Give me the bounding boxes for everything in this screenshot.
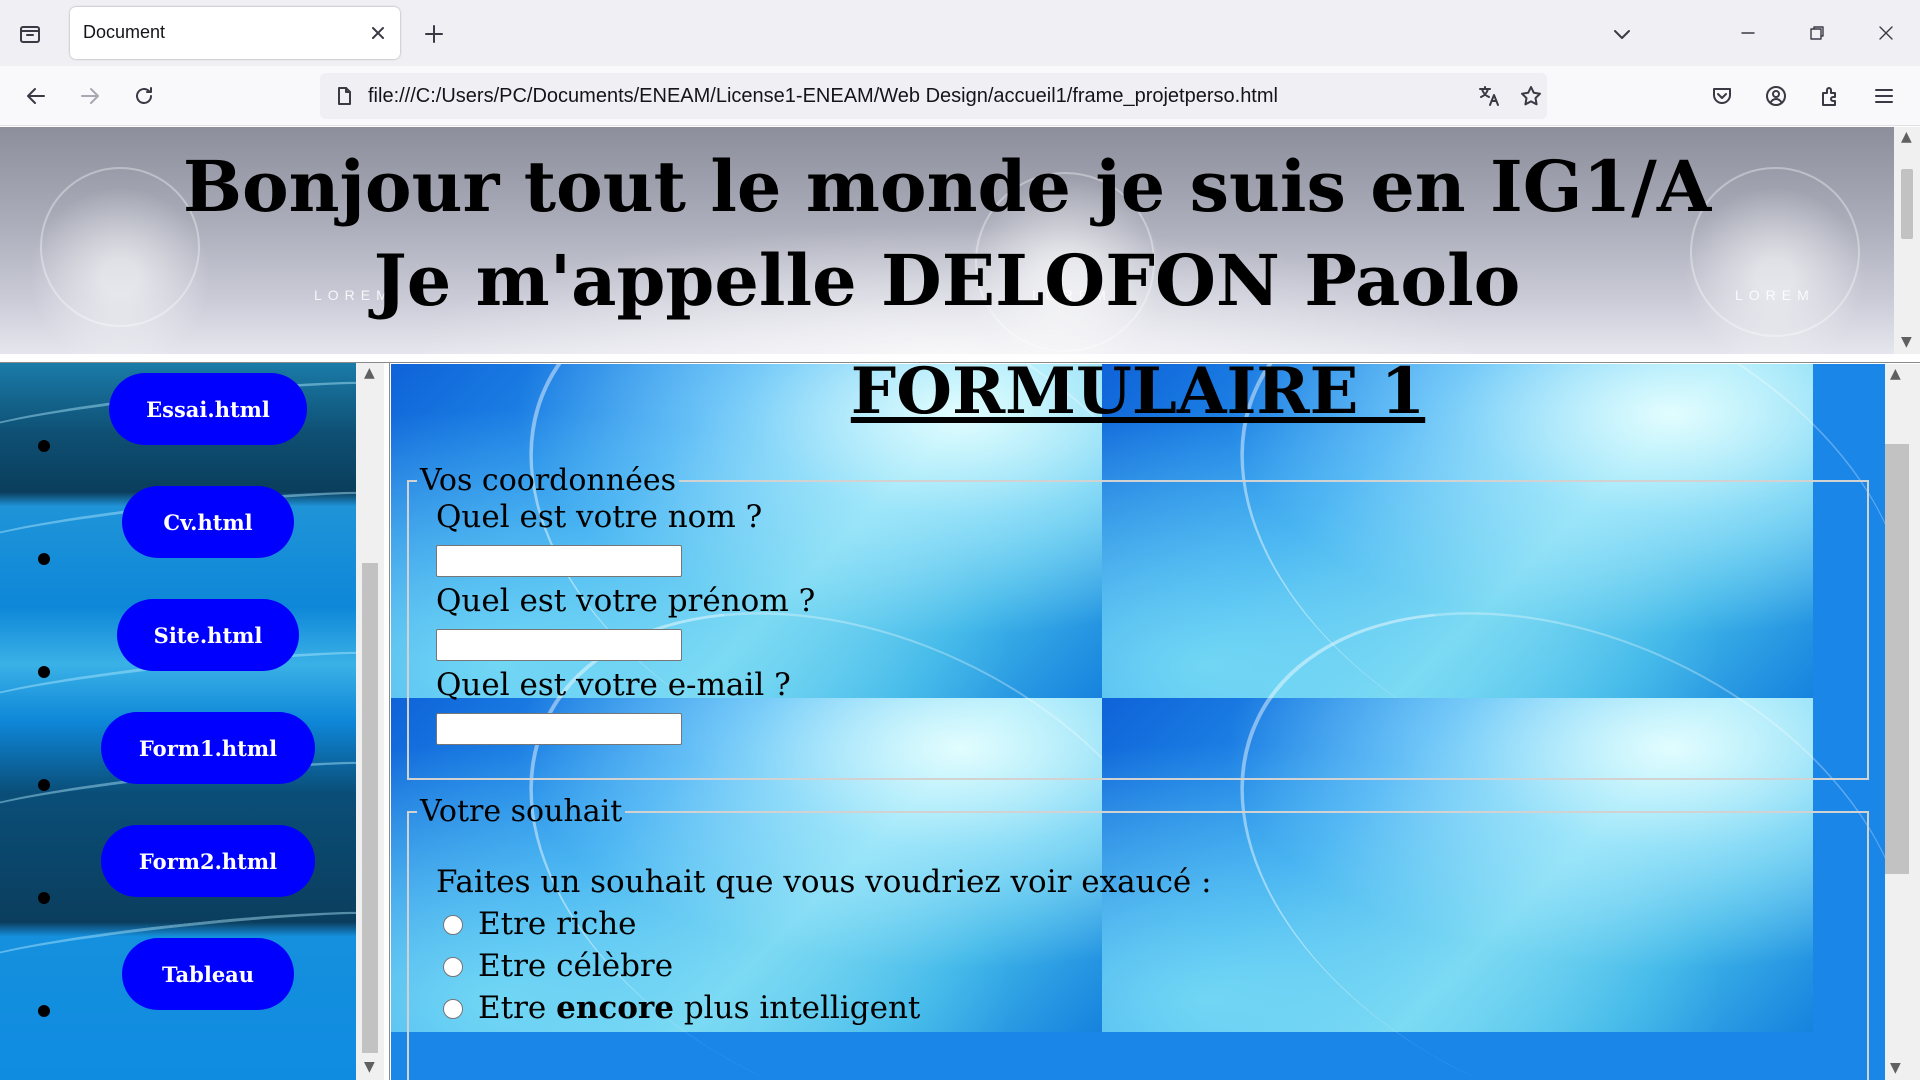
tab-bar: Document (0, 0, 1920, 66)
name-input[interactable] (436, 545, 682, 577)
scroll-up-icon[interactable]: ▲ (1890, 366, 1901, 382)
nav-scrollbar[interactable]: ▲ ▼ (356, 363, 384, 1080)
scroll-up-icon[interactable]: ▲ (364, 365, 375, 381)
account-icon[interactable] (1758, 78, 1794, 114)
tab-title: Document (83, 22, 166, 42)
scroll-down-icon[interactable]: ▼ (364, 1059, 375, 1075)
coordinates-legend: Vos coordonnées (420, 463, 676, 498)
option-smarter-bold: encore (556, 990, 674, 1026)
bookmark-star-icon[interactable] (1516, 81, 1546, 111)
name-label: Quel est votre nom ? (436, 499, 763, 535)
frame-divider[interactable] (384, 363, 390, 1080)
forward-arrow-icon[interactable] (72, 78, 108, 114)
back-arrow-icon[interactable] (18, 78, 54, 114)
main-frame: FORMULAIRE 1 Vos coordonnées Quel est vo… (391, 364, 1885, 1080)
pocket-icon[interactable] (1704, 78, 1740, 114)
scroll-up-icon[interactable]: ▲ (1901, 129, 1912, 145)
nav-link-tableau[interactable]: Tableau (122, 938, 294, 1010)
scrollbar-thumb[interactable] (362, 563, 378, 1053)
wish-question: Faites un souhait que vous voudriez voir… (436, 864, 1212, 900)
menu-hamburger-icon[interactable] (1866, 78, 1902, 114)
wish-legend: Votre souhait (420, 794, 623, 829)
list-all-tabs-icon[interactable] (14, 18, 46, 50)
extensions-icon[interactable] (1812, 78, 1848, 114)
list-bullet (38, 1005, 50, 1017)
page-content: LOREM LOREM LOREM Bonjour tout le monde … (0, 127, 1920, 1080)
scrollbar-thumb[interactable] (1885, 444, 1909, 874)
list-bullet (38, 779, 50, 791)
form-title: FORMULAIRE 1 (850, 364, 1426, 429)
nav-link-essai[interactable]: Essai.html (109, 373, 307, 445)
main-scrollbar[interactable]: ▲ ▼ (1885, 364, 1920, 1080)
list-bullet (38, 666, 50, 678)
translate-icon[interactable] (1474, 81, 1504, 111)
header-frame: LOREM LOREM LOREM Bonjour tout le monde … (0, 127, 1894, 354)
close-tab-icon[interactable] (366, 21, 390, 45)
nav-item-cv: Cv.html (0, 476, 356, 589)
nav-link-cv[interactable]: Cv.html (122, 486, 294, 558)
scroll-down-icon[interactable]: ▼ (1901, 334, 1912, 350)
close-window-icon[interactable] (1858, 10, 1914, 56)
scrollbar-thumb[interactable] (1901, 169, 1913, 239)
header-name: Je m'appelle DELOFON Paolo (373, 239, 1521, 322)
nav-item-site: Site.html (0, 589, 356, 702)
frame-divider[interactable] (0, 355, 1920, 363)
navigation-toolbar: file:///C:/Users/PC/Documents/ENEAM/Lice… (0, 66, 1920, 126)
option-smarter-label: Etre encore plus intelligent (478, 990, 920, 1026)
nav-link-site[interactable]: Site.html (117, 599, 299, 671)
nav-item-form2: Form2.html (0, 815, 356, 928)
header-greeting: Bonjour tout le monde je suis en IG1/A (182, 145, 1712, 228)
nav-frame: Essai.html Cv.html Site.html Form1.html … (0, 363, 356, 1080)
address-bar[interactable]: file:///C:/Users/PC/Documents/ENEAM/Lice… (320, 73, 1547, 119)
nav-link-form2[interactable]: Form2.html (101, 825, 315, 897)
option-smarter-pre: Etre (478, 990, 557, 1026)
minimize-icon[interactable] (1720, 10, 1776, 56)
nav-link-form1[interactable]: Form1.html (101, 712, 315, 784)
nav-item-tableau: Tableau (0, 928, 356, 1041)
radio-smarter[interactable] (443, 999, 463, 1019)
option-smarter-post: plus intelligent (673, 990, 921, 1026)
option-famous-label: Etre célèbre (478, 948, 674, 984)
url-text: file:///C:/Users/PC/Documents/ENEAM/Lice… (368, 85, 1278, 107)
header-scrollbar[interactable]: ▲ ▼ (1894, 127, 1920, 354)
new-tab-plus-icon[interactable] (418, 18, 450, 50)
restore-icon[interactable] (1789, 10, 1845, 56)
firstname-label: Quel est votre prénom ? (436, 583, 816, 619)
nav-item-essai: Essai.html (0, 363, 356, 476)
chevron-down-icon[interactable] (1606, 18, 1638, 50)
active-tab[interactable]: Document (70, 7, 400, 59)
scroll-down-icon[interactable]: ▼ (1890, 1060, 1901, 1076)
list-bullet (38, 440, 50, 452)
option-rich-label: Etre riche (478, 906, 637, 942)
radio-rich[interactable] (443, 915, 463, 935)
nav-item-form1: Form1.html (0, 702, 356, 815)
radio-famous[interactable] (443, 957, 463, 977)
page-icon (332, 84, 356, 108)
list-bullet (38, 892, 50, 904)
email-input[interactable] (436, 713, 682, 745)
firstname-input[interactable] (436, 629, 682, 661)
list-bullet (38, 553, 50, 565)
reload-icon[interactable] (126, 78, 162, 114)
email-label: Quel est votre e-mail ? (436, 667, 791, 703)
